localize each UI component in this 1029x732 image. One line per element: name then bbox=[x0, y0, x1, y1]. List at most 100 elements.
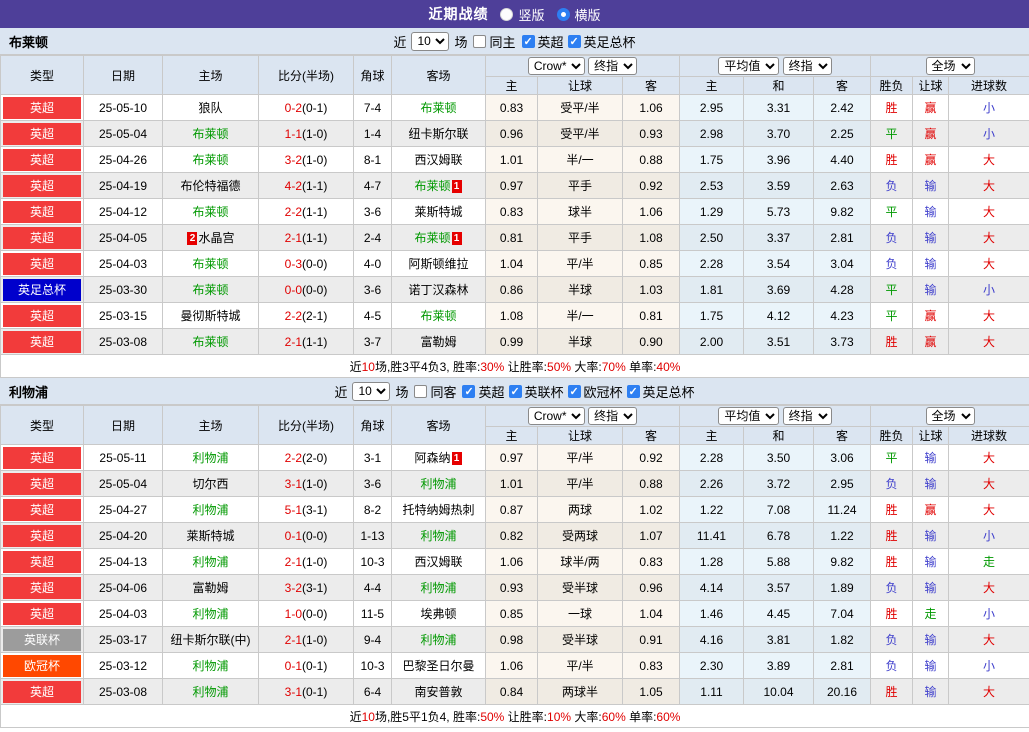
layout-horizontal-option[interactable]: 横版 bbox=[556, 5, 601, 24]
home-team: 布莱顿 bbox=[162, 328, 259, 355]
vertical-layout-radio[interactable] bbox=[500, 7, 514, 21]
avg-home: 2.28 bbox=[679, 250, 744, 277]
league-badge: 欧冠杯 bbox=[3, 654, 81, 677]
league-badge: 英超 bbox=[3, 576, 81, 599]
league-checkbox[interactable] bbox=[508, 384, 522, 398]
avg-home: 1.29 bbox=[679, 198, 744, 225]
away-team: 阿森纳 1 bbox=[391, 444, 486, 471]
page-title: 近期战绩 bbox=[428, 6, 489, 22]
goals-result: 小 bbox=[948, 652, 1029, 679]
average-select[interactable]: 平均值 bbox=[718, 57, 780, 75]
away-team: 托特纳姆热刺 bbox=[391, 496, 486, 523]
avg-away: 2.81 bbox=[812, 224, 872, 251]
odds-home: 1.06 bbox=[485, 652, 538, 679]
goals-result: 大 bbox=[948, 574, 1029, 601]
away-team: 西汉姆联 bbox=[391, 548, 486, 575]
average-final-select[interactable]: 终指 bbox=[782, 57, 832, 75]
odds-home: 0.99 bbox=[485, 328, 538, 355]
result: 负 bbox=[870, 172, 914, 199]
handicap-result: 走 bbox=[912, 600, 950, 627]
league-filter[interactable]: 英超 bbox=[521, 32, 564, 51]
match-date: 25-05-10 bbox=[83, 94, 163, 121]
odds-handicap: 受平/半 bbox=[537, 120, 623, 147]
away-team: 利物浦 bbox=[391, 574, 486, 601]
team-name: 利物浦 bbox=[9, 384, 49, 400]
league-checkbox[interactable] bbox=[567, 384, 581, 398]
league-filter[interactable]: 英联杯 bbox=[508, 382, 564, 401]
avg-away: 4.40 bbox=[812, 146, 872, 173]
result: 负 bbox=[870, 626, 914, 653]
score: 0-2(0-1) bbox=[258, 94, 354, 121]
corners: 4-0 bbox=[353, 250, 392, 277]
match-row: 英超 25-05-04 布莱顿 1-1(1-0) 1-4 纽卡斯尔联 0.96 受平/半 0.9… bbox=[0, 120, 1029, 147]
avg-away: 20.16 bbox=[812, 678, 872, 705]
layout-vertical-option[interactable]: 竖版 bbox=[500, 5, 545, 24]
avg-home: 1.46 bbox=[679, 600, 744, 627]
same-venue-filter[interactable]: 同客 bbox=[414, 382, 456, 401]
red-card-badge: 2 bbox=[187, 232, 198, 245]
odds-final-select[interactable]: 终指 bbox=[588, 57, 638, 75]
avg-home: 1.22 bbox=[679, 496, 744, 523]
match-league: 英超 bbox=[0, 250, 84, 277]
red-card-badge: 1 bbox=[451, 452, 462, 465]
col-date: 日期 bbox=[83, 405, 163, 445]
away-team: 富勒姆 bbox=[391, 328, 486, 355]
odds-away: 0.88 bbox=[622, 470, 680, 497]
recent-count-select[interactable]: 10 bbox=[352, 381, 391, 401]
league-badge: 英联杯 bbox=[3, 628, 81, 651]
odds-company-select[interactable]: Crow* bbox=[527, 57, 585, 75]
odds-home: 1.01 bbox=[485, 470, 538, 497]
match-league: 英超 bbox=[0, 574, 84, 601]
summary-row: 近10场,胜3平4负3, 胜率:30% 让胜率:50% 大率:70% 单率:40… bbox=[0, 354, 1029, 378]
odds-away: 1.04 bbox=[622, 600, 680, 627]
average-group-header: 平均值 终指 bbox=[678, 405, 872, 427]
handicap-result: 赢 bbox=[912, 146, 950, 173]
average-final-select[interactable]: 终指 bbox=[782, 407, 832, 425]
avg-home: 2.53 bbox=[679, 172, 744, 199]
goals-result: 大 bbox=[948, 470, 1029, 497]
match-league: 英超 bbox=[0, 470, 84, 497]
odds-final-select[interactable]: 终指 bbox=[588, 407, 638, 425]
goals-result: 大 bbox=[948, 678, 1029, 705]
same-home-checkbox[interactable] bbox=[473, 34, 487, 48]
league-badge: 英足总杯 bbox=[3, 278, 81, 301]
odds-company-select[interactable]: Crow* bbox=[527, 407, 585, 425]
odds-away: 0.93 bbox=[622, 120, 680, 147]
league-filter[interactable]: 英超 bbox=[462, 382, 505, 401]
recent-count-select[interactable]: 10 bbox=[411, 31, 450, 51]
avg-away: 7.04 bbox=[812, 600, 872, 627]
league-filter[interactable]: 英足总杯 bbox=[626, 382, 695, 401]
league-checkbox[interactable] bbox=[626, 384, 640, 398]
away-team: 巴黎圣日尔曼 bbox=[391, 652, 486, 679]
home-team: 利物浦 bbox=[162, 678, 259, 705]
result: 胜 bbox=[870, 146, 914, 173]
avg-draw: 5.88 bbox=[743, 548, 814, 575]
avg-home: 2.28 bbox=[679, 444, 744, 471]
col-away: 客场 bbox=[391, 55, 486, 95]
avg-away: 2.42 bbox=[812, 94, 872, 121]
odds-handicap: 受半球 bbox=[537, 626, 623, 653]
avg-away: 2.81 bbox=[812, 652, 872, 679]
home-team: 2 水晶宫 bbox=[162, 224, 259, 251]
league-checkbox[interactable] bbox=[462, 384, 476, 398]
away-team: 利物浦 bbox=[391, 522, 486, 549]
league-filter[interactable]: 欧冠杯 bbox=[567, 382, 623, 401]
match-rows: 英超 25-05-11 利物浦 2-2(2-0) 3-1 阿森纳 1 0.97 平/半 0.92 2… bbox=[0, 444, 1029, 705]
corners: 1-13 bbox=[353, 522, 392, 549]
result: 胜 bbox=[870, 522, 914, 549]
league-checkbox[interactable] bbox=[521, 34, 535, 48]
corners: 2-4 bbox=[353, 224, 392, 251]
full-match-select[interactable]: 全场 bbox=[925, 57, 975, 75]
horizontal-layout-radio[interactable] bbox=[556, 7, 570, 21]
average-select[interactable]: 平均值 bbox=[718, 407, 780, 425]
avg-draw: 3.51 bbox=[743, 328, 814, 355]
odds-handicap: 一球 bbox=[537, 600, 623, 627]
horizontal-layout-label: 横版 bbox=[574, 7, 601, 23]
odds-home: 0.84 bbox=[485, 678, 538, 705]
same-venue-filter[interactable]: 同主 bbox=[473, 32, 516, 51]
full-match-select[interactable]: 全场 bbox=[925, 407, 975, 425]
league-checkbox[interactable] bbox=[567, 34, 581, 48]
same-away-checkbox[interactable] bbox=[414, 384, 428, 398]
avg-home: 1.81 bbox=[679, 276, 744, 303]
league-filter[interactable]: 英足总杯 bbox=[567, 32, 636, 51]
